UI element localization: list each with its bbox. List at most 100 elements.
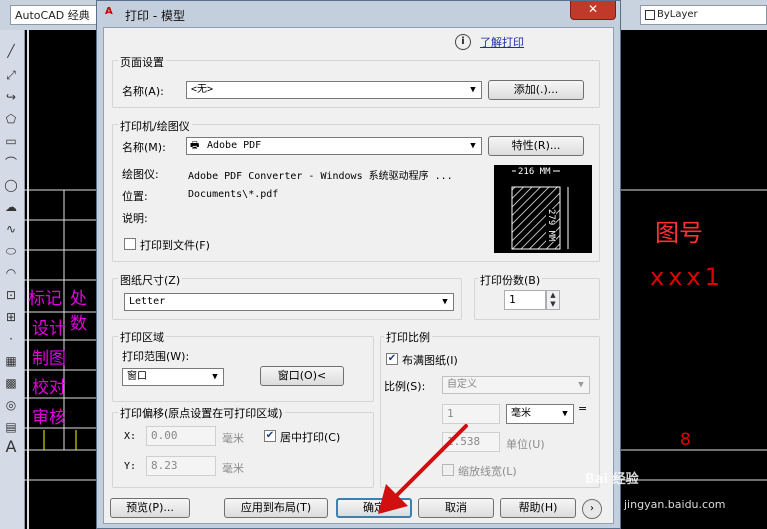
offset-y-input[interactable]: 8.23 bbox=[146, 456, 216, 476]
construction-line-icon[interactable]: ⤢ bbox=[2, 66, 20, 84]
drawing-number-label: 图号 bbox=[655, 219, 703, 247]
bylayer-label: ByLayer bbox=[657, 9, 698, 20]
cad-table-cell: 处数 bbox=[70, 289, 87, 334]
location-label: 位置: bbox=[122, 190, 148, 203]
page-setup-name-value: <无> bbox=[191, 84, 214, 95]
chevron-down-icon: ▼ bbox=[573, 377, 589, 393]
scale-select[interactable]: 自定义 ▼ bbox=[442, 376, 590, 394]
fit-to-paper-checkbox[interactable]: ✔ bbox=[386, 353, 398, 365]
chevron-down-icon: ▼ bbox=[465, 138, 481, 154]
line-tool-icon[interactable]: ╱ bbox=[2, 42, 20, 60]
layer-color-dropdown[interactable]: ByLayer bbox=[640, 5, 767, 25]
revcloud-icon[interactable]: ☁ bbox=[2, 198, 20, 216]
apply-to-layout-button[interactable]: 应用到布局(T) bbox=[224, 498, 328, 518]
learn-plot-link[interactable]: 了解打印 bbox=[480, 34, 524, 50]
hatch-icon[interactable]: ▦ bbox=[2, 352, 20, 370]
arc-icon[interactable]: ⌒ bbox=[2, 154, 20, 172]
cad-table-cell: 审核 bbox=[32, 408, 66, 428]
dialog-title-bar[interactable]: A 打印 - 模型 ✕ bbox=[97, 1, 620, 27]
printer-name-label: 名称(M): bbox=[122, 141, 166, 154]
add-page-setup-button[interactable]: 添加(.)... bbox=[488, 80, 584, 100]
scale-unit-select[interactable]: 毫米 ▼ bbox=[506, 404, 574, 424]
printer-name-select[interactable]: 🖶 Adobe PDF ▼ bbox=[186, 137, 482, 155]
info-icon[interactable]: i bbox=[455, 34, 471, 50]
page-setup-heading: 页面设置 bbox=[118, 54, 166, 70]
plot-range-value: 窗口 bbox=[127, 371, 147, 382]
drawing-page-number: 8 bbox=[680, 430, 691, 450]
help-button[interactable]: 帮助(H) bbox=[500, 498, 576, 518]
plot-area-heading: 打印区域 bbox=[118, 329, 166, 345]
printer-properties-button[interactable]: 特性(R)... bbox=[488, 136, 584, 156]
insert-block-icon[interactable]: ⊡ bbox=[2, 286, 20, 304]
chevron-down-icon: ▼ bbox=[207, 369, 223, 385]
offset-y-unit: 毫米 bbox=[222, 462, 244, 475]
plotter-label: 绘图仪: bbox=[122, 168, 159, 181]
cad-table-cell: 设计 bbox=[32, 319, 66, 339]
plot-dialog: A 打印 - 模型 ✕ i 了解打印 页面设置 名称(A): <无> ▼ 添加(.… bbox=[96, 0, 621, 529]
paper-width-label: 216 MM bbox=[516, 167, 553, 177]
paper-preview-drawing bbox=[511, 170, 569, 250]
plotter-value: Adobe PDF Converter - Windows 系统驱动程序 ... bbox=[188, 171, 453, 182]
scale-label: 比例(S): bbox=[384, 380, 426, 393]
workspace-dropdown[interactable]: AutoCAD 经典 bbox=[10, 5, 98, 25]
dialog-title: 打印 - 模型 bbox=[125, 9, 185, 23]
drawing-number-value: xxx1 bbox=[650, 263, 724, 291]
center-plot-checkbox[interactable]: ✔ bbox=[264, 430, 276, 442]
spline-icon[interactable]: ∿ bbox=[2, 220, 20, 238]
paper-size-select[interactable]: Letter ▼ bbox=[124, 293, 454, 311]
circle-icon[interactable]: ◯ bbox=[2, 176, 20, 194]
scale-value: 自定义 bbox=[447, 379, 477, 390]
text-icon[interactable]: A bbox=[2, 438, 20, 456]
offset-x-label: X: bbox=[124, 431, 137, 442]
plot-range-label: 打印范围(W): bbox=[122, 350, 190, 363]
polyline-icon[interactable]: ↪ bbox=[2, 88, 20, 106]
copies-heading: 打印份数(B) bbox=[478, 272, 543, 288]
printer-name-value: Adobe PDF bbox=[207, 140, 262, 151]
printer-heading: 打印机/绘图仪 bbox=[118, 118, 192, 134]
table-icon[interactable]: ▤ bbox=[2, 418, 20, 436]
paper-height-label: 279 MM bbox=[546, 209, 556, 242]
plot-offset-heading: 打印偏移(原点设置在可打印区域) bbox=[118, 405, 285, 421]
page-setup-name-label: 名称(A): bbox=[122, 85, 164, 98]
offset-x-unit: 毫米 bbox=[222, 432, 244, 445]
cad-table-cell: 制图 bbox=[32, 349, 66, 369]
window-select-button[interactable]: 窗口(O)< bbox=[260, 366, 344, 386]
copies-spinner[interactable]: ▲ ▼ bbox=[546, 290, 560, 310]
print-to-file-checkbox[interactable] bbox=[124, 238, 136, 250]
make-block-icon[interactable]: ⊞ bbox=[2, 308, 20, 326]
scale-unit-value: 毫米 bbox=[511, 408, 531, 419]
autocad-app-icon: A bbox=[105, 6, 113, 17]
copies-input[interactable]: 1 bbox=[504, 290, 546, 310]
annotation-arrow bbox=[378, 424, 468, 514]
baidu-watermark: Bai 经验 bbox=[585, 472, 639, 487]
expand-options-icon[interactable]: › bbox=[582, 499, 602, 519]
ellipse-icon[interactable]: ⬭ bbox=[2, 242, 20, 260]
printer-icon: 🖶 bbox=[190, 140, 200, 151]
close-button[interactable]: ✕ bbox=[570, 1, 616, 20]
paper-size-heading: 图纸尺寸(Z) bbox=[118, 272, 183, 288]
chevron-down-icon: ▼ bbox=[557, 406, 573, 422]
region-icon[interactable]: ◎ bbox=[2, 396, 20, 414]
offset-x-input[interactable]: 0.00 bbox=[146, 426, 216, 446]
plot-scale-heading: 打印比例 bbox=[384, 329, 432, 345]
description-label: 说明: bbox=[122, 212, 148, 225]
polygon-icon[interactable]: ⬠ bbox=[2, 110, 20, 128]
cad-table-cell: 校对 bbox=[32, 378, 66, 398]
equals-sign: = bbox=[578, 402, 588, 415]
paper-preview: 216 MM 279 MM bbox=[494, 165, 592, 253]
ellipse-arc-icon[interactable]: ◠ bbox=[2, 264, 20, 282]
offset-y-label: Y: bbox=[124, 461, 137, 472]
plot-range-select[interactable]: 窗口 ▼ bbox=[122, 368, 224, 386]
chevron-down-icon: ▼ bbox=[465, 82, 481, 98]
print-to-file-label: 打印到文件(F) bbox=[140, 239, 210, 252]
page-setup-name-select[interactable]: <无> ▼ bbox=[186, 81, 482, 99]
location-value: Documents\*.pdf bbox=[188, 189, 279, 200]
rectangle-icon[interactable]: ▭ bbox=[2, 132, 20, 150]
paper-size-value: Letter bbox=[129, 296, 166, 307]
point-icon[interactable]: · bbox=[2, 330, 20, 348]
color-swatch-icon bbox=[645, 10, 655, 20]
draw-toolbar: ╱ ⤢ ↪ ⬠ ▭ ⌒ ◯ ☁ ∿ ⬭ ◠ ⊡ ⊞ · ▦ ▩ ◎ ▤ A bbox=[0, 30, 25, 529]
gradient-icon[interactable]: ▩ bbox=[2, 374, 20, 392]
preview-button[interactable]: 预览(P)... bbox=[110, 498, 190, 518]
dialog-body: i 了解打印 页面设置 名称(A): <无> ▼ 添加(.)... 打印机/绘图仪… bbox=[103, 27, 614, 524]
